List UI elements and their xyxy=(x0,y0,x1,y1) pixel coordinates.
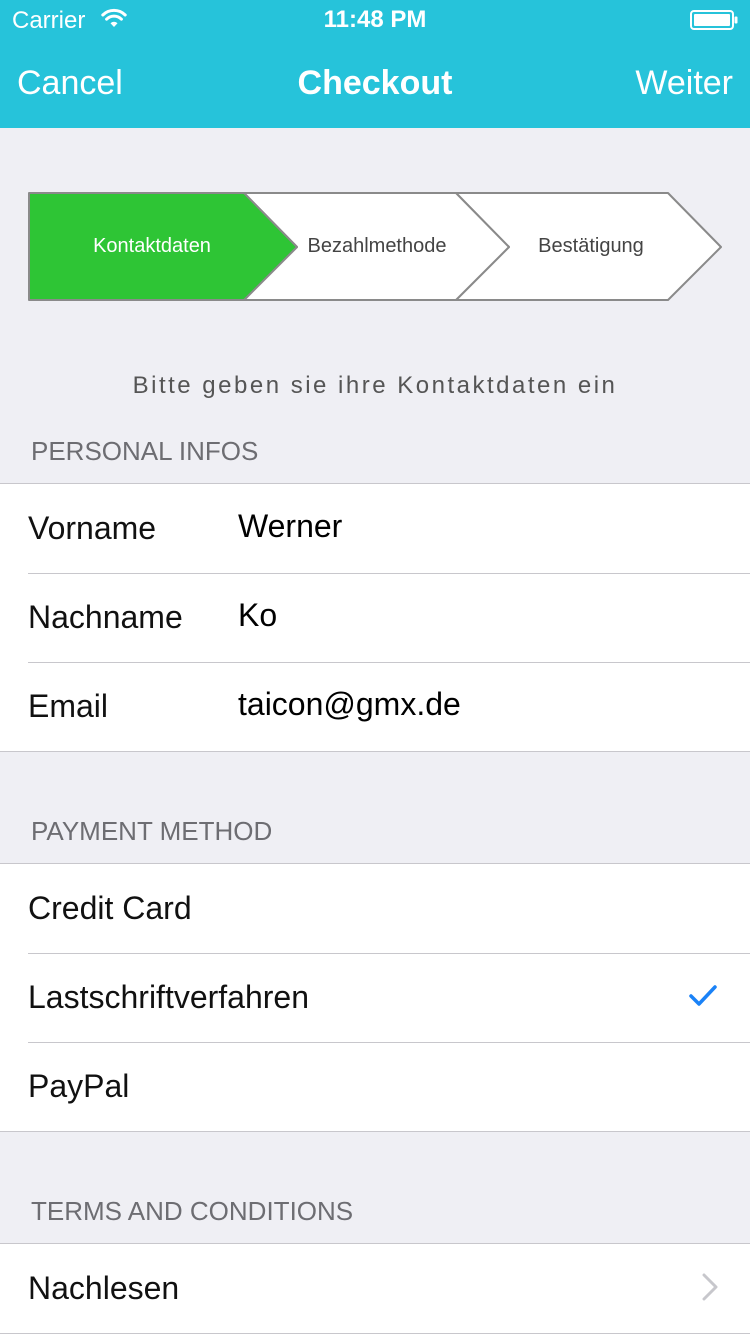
option-label: Lastschriftverfahren xyxy=(28,979,310,1015)
personal-info-group: Vorname Werner Nachname Ko Email taicon@… xyxy=(0,483,750,752)
field-row-vorname: Vorname Werner xyxy=(0,484,750,573)
step-bezahlmethode: Bezahlmethode xyxy=(307,235,447,257)
clock: 11:48 PM xyxy=(323,6,427,33)
section-header-personal: PERSONAL INFOS xyxy=(31,436,259,466)
payment-option-credit-card[interactable]: Credit Card xyxy=(0,864,750,953)
payment-option-lastschrift[interactable]: Lastschriftverfahren xyxy=(0,953,750,1042)
next-button[interactable]: Weiter xyxy=(635,64,733,103)
payment-method-group: Credit Card Lastschriftverfahren PayPal xyxy=(0,863,750,1132)
navigation-bar: Cancel Checkout Weiter xyxy=(0,40,750,128)
status-bar: Carrier 11:48 PM xyxy=(0,0,750,40)
step-kontaktdaten: Kontaktdaten xyxy=(93,235,211,257)
checkmark-icon xyxy=(688,983,718,1009)
checkout-stepper: Kontaktdaten Bezahlmethode Bestätigung xyxy=(28,192,724,302)
nachname-input[interactable]: Ko xyxy=(238,597,277,634)
section-header-terms: TERMS AND CONDITIONS xyxy=(31,1196,354,1226)
field-row-email: Email taicon@gmx.de xyxy=(0,662,750,751)
step-bestaetigung: Bestätigung xyxy=(538,235,644,257)
email-input[interactable]: taicon@gmx.de xyxy=(238,686,461,723)
field-label: Nachname xyxy=(28,599,183,635)
battery-icon xyxy=(690,10,738,30)
field-label: Vorname xyxy=(28,510,157,546)
terms-read-label: Nachlesen xyxy=(28,1270,180,1306)
terms-group: Nachlesen xyxy=(0,1243,750,1334)
option-label: Credit Card xyxy=(28,890,192,926)
terms-read-row[interactable]: Nachlesen xyxy=(0,1244,750,1333)
vorname-input[interactable]: Werner xyxy=(238,508,342,545)
field-row-nachname: Nachname Ko xyxy=(0,573,750,662)
cancel-button[interactable]: Cancel xyxy=(17,64,123,103)
instruction-text: Bitte geben sie ihre Kontaktdaten ein xyxy=(132,372,618,399)
payment-option-paypal[interactable]: PayPal xyxy=(0,1042,750,1131)
section-header-payment: PAYMENT METHOD xyxy=(31,816,273,846)
field-label: Email xyxy=(28,688,109,724)
chevron-right-icon xyxy=(702,1273,718,1301)
option-label: PayPal xyxy=(28,1068,130,1104)
